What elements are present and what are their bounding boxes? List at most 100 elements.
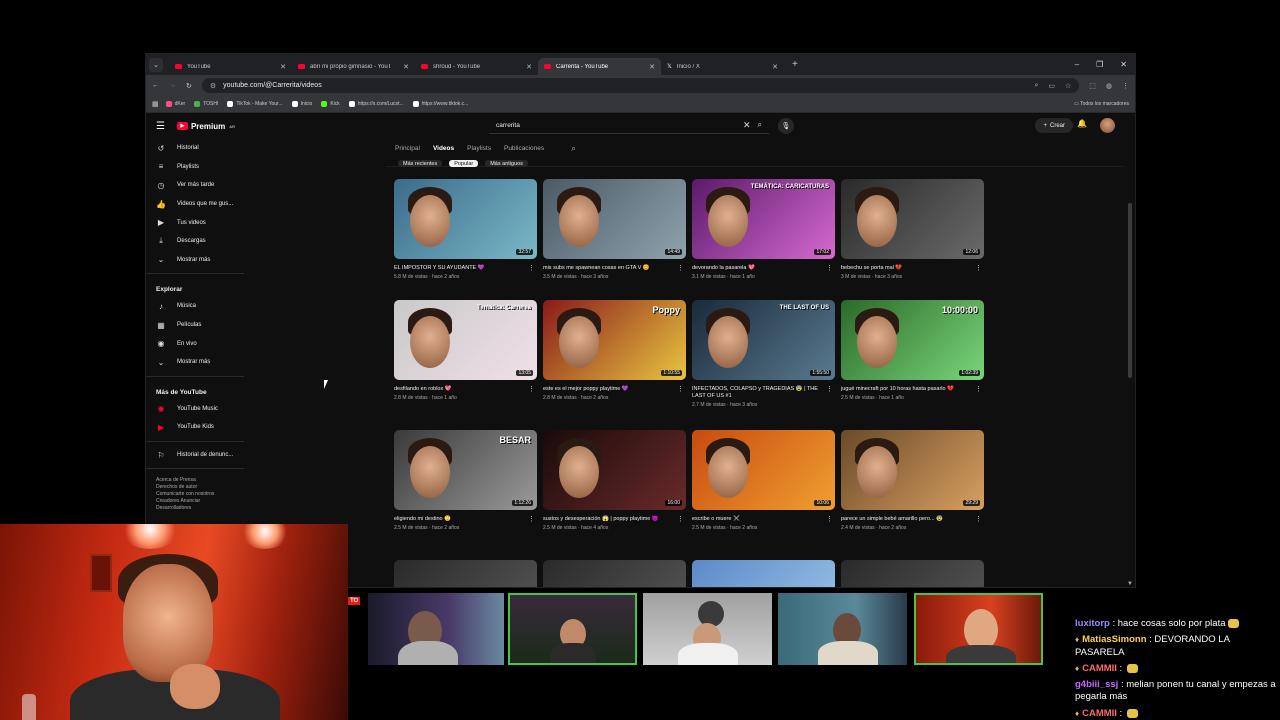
search-input[interactable]: carrerita ✕ ⌕ xyxy=(489,117,769,134)
address-bar[interactable]: ⚙ youtube.com/@Carrerita/videos ⌕ ▭ ☆ xyxy=(201,78,1080,93)
tab-close-icon[interactable]: ✕ xyxy=(280,63,286,71)
video-card[interactable]: 10:00:00 1:02:39 jugué minecraft por 10 ho… xyxy=(841,300,984,401)
browser-tab[interactable]: YouTube ✕ xyxy=(169,58,292,75)
video-title[interactable]: bebechu se porta mal 💔 xyxy=(841,265,902,271)
bookmark-item[interactable]: Inicio xyxy=(291,101,312,107)
video-title[interactable]: devorando la pasarela 💖 xyxy=(692,265,755,271)
search-icon[interactable]: ⌕ xyxy=(758,120,762,130)
tab-videos[interactable]: Videos xyxy=(433,145,454,152)
video-thumbnail[interactable]: Poppy 1:10:55 xyxy=(543,300,686,380)
apps-icon[interactable]: ▦ xyxy=(152,100,159,108)
video-card[interactable]: 29:29 parece un simple bebé amarillo pero… xyxy=(841,430,984,531)
video-title[interactable]: este es el mejor poppy playtime 💜 xyxy=(543,386,629,392)
tab-playlists[interactable]: Playlists xyxy=(467,145,491,152)
site-info-icon[interactable]: ⚙ xyxy=(210,82,216,90)
video-title[interactable]: mis subs me spawnean cosas en GTA V 😊 xyxy=(543,265,650,271)
chat-username[interactable]: MatiasSimonn xyxy=(1082,634,1146,645)
video-thumbnail[interactable] xyxy=(543,560,686,587)
minimize-icon[interactable]: – xyxy=(1075,60,1079,69)
sidebar-item-report-history[interactable]: ⚐ Historial de denunc... xyxy=(146,446,252,465)
video-title[interactable]: sustos y desesperación 😱 | poppy playtim… xyxy=(543,516,659,522)
tab-close-icon[interactable]: ✕ xyxy=(649,63,655,71)
chat-username[interactable]: g4biii_ssj xyxy=(1075,679,1118,690)
video-card-partial[interactable] xyxy=(841,560,984,587)
video-title[interactable]: EL IMPOSTOR Y SU AYUDANTE 💜 xyxy=(394,265,485,271)
video-thumbnail[interactable]: 29:29 xyxy=(841,430,984,510)
video-thumbnail[interactable]: 32:57 xyxy=(394,179,537,259)
video-card[interactable]: 14:49 mis subs me spawnean cosas en GTA V… xyxy=(543,179,686,280)
video-thumbnail[interactable]: TEMÁTICA: CARICATURAS 17:02 xyxy=(692,179,835,259)
profile-icon[interactable]: ◍ xyxy=(1106,82,1112,90)
browser-menu-icon[interactable]: ⋮ xyxy=(1122,82,1129,90)
chat-username[interactable]: CAMMII xyxy=(1082,708,1117,719)
video-card-partial[interactable] xyxy=(692,560,835,587)
video-title[interactable]: parece un simple bebé amarillo pero... 😨 xyxy=(841,516,943,522)
bookmark-item[interactable]: dKer xyxy=(165,101,185,107)
chat-username[interactable]: luxitorp xyxy=(1075,618,1110,629)
scroll-down-icon[interactable]: ▼ xyxy=(1127,581,1133,587)
bookmark-item[interactable]: https://x.com/Lucst... xyxy=(348,101,404,107)
sidebar-item-youtube-music[interactable]: ◉ YouTube Music xyxy=(146,400,252,419)
browser-tab[interactable]: 𝕏 Inicio / X ✕ xyxy=(661,58,784,75)
more-actions-icon[interactable]: ⋮ xyxy=(826,386,833,393)
footer-link[interactable]: Comunicarte con nosotros xyxy=(156,491,242,498)
youtube-premium-logo[interactable]: ▶ Premium AR xyxy=(176,122,235,131)
cast-icon[interactable]: ▭ xyxy=(1048,82,1055,90)
sidebar-item-chevron-down[interactable]: ⌄ Mostrar más xyxy=(146,353,252,372)
window-close-icon[interactable]: ✕ xyxy=(1120,60,1127,69)
more-actions-icon[interactable]: ⋮ xyxy=(975,516,982,523)
more-actions-icon[interactable]: ⋮ xyxy=(677,516,684,523)
video-thumbnail[interactable]: Temática: Carrerea 13:05 xyxy=(394,300,537,380)
sidebar-item-live[interactable]: ◉ En vivo xyxy=(146,334,252,353)
clear-search-icon[interactable]: ✕ xyxy=(743,120,751,131)
video-card[interactable]: Temática: Carrerea 13:05 desfilando en rob… xyxy=(394,300,537,401)
video-title[interactable]: escribe o muere ⚔️ xyxy=(692,516,740,522)
browser-tab[interactable]: Carrerita - YouTube ✕ xyxy=(538,58,661,75)
browser-tab[interactable]: abrí mi propio gimnasio - YouT ✕ xyxy=(292,58,415,75)
chat-username[interactable]: CAMMII xyxy=(1082,663,1117,674)
page-scrollbar[interactable] xyxy=(1128,203,1132,378)
new-tab-icon[interactable]: + xyxy=(792,59,798,70)
video-card-partial[interactable] xyxy=(394,560,537,587)
more-actions-icon[interactable]: ⋮ xyxy=(528,386,535,393)
footer-link[interactable]: Acerca de Prensa xyxy=(156,477,242,484)
forward-icon[interactable]: → xyxy=(169,82,176,89)
more-actions-icon[interactable]: ⋮ xyxy=(528,516,535,523)
all-bookmarks[interactable]: ▭ Todos los marcadores xyxy=(1074,101,1129,107)
video-title[interactable]: jugué minecraft por 10 horas hasta pasar… xyxy=(841,386,954,392)
video-card[interactable]: 32:57 EL IMPOSTOR Y SU AYUDANTE 💜 ⋮ 5.8 M d… xyxy=(394,179,537,280)
bookmark-star-icon[interactable]: ☆ xyxy=(1065,82,1071,90)
sidebar-item-history[interactable]: ↺ Historial xyxy=(146,139,252,158)
hamburger-menu-icon[interactable]: ☰ xyxy=(156,121,165,132)
video-card[interactable]: Poppy 1:10:55 este es el mejor poppy playt… xyxy=(543,300,686,401)
video-thumbnail[interactable]: 16:00 xyxy=(543,430,686,510)
video-thumbnail[interactable]: 10:06 xyxy=(692,430,835,510)
video-title[interactable]: desfilando en roblox 💖 xyxy=(394,386,452,392)
footer-link[interactable]: Derechos de autor xyxy=(156,484,242,491)
video-title[interactable]: INFECTADOS, COLAPSO y TRAGEDIAS 😰 | THE … xyxy=(692,386,818,399)
notifications-bell-icon[interactable]: 🔔 xyxy=(1077,119,1087,128)
tab-close-icon[interactable]: ✕ xyxy=(526,63,532,71)
sort-chip[interactable]: Popular xyxy=(449,160,479,167)
tab-search-icon[interactable]: ⌄ xyxy=(149,57,163,72)
sidebar-item-music[interactable]: ♪ Música xyxy=(146,297,252,316)
voice-search-icon[interactable]: 🎙 xyxy=(778,118,794,134)
create-button[interactable]: + Crear xyxy=(1035,118,1073,133)
sort-chip[interactable]: Más antiguos xyxy=(485,160,528,167)
more-actions-icon[interactable]: ⋮ xyxy=(826,516,833,523)
video-thumbnail[interactable]: THE LAST OF US 1:55:50 xyxy=(692,300,835,380)
bookmark-item[interactable]: TikTok - Make Your... xyxy=(227,101,283,107)
video-thumbnail[interactable]: 10:00:00 1:02:39 xyxy=(841,300,984,380)
sidebar-item-download[interactable]: ⤓ Descargas xyxy=(146,232,252,251)
sidebar-item-playlists[interactable]: ≡ Playlists xyxy=(146,158,252,177)
bookmark-item[interactable]: https://www.tiktok.c... xyxy=(412,101,468,107)
tab-close-icon[interactable]: ✕ xyxy=(403,63,409,71)
sidebar-item-chevron-down[interactable]: ⌄ Mostrar más xyxy=(146,251,252,270)
sidebar-item-film[interactable]: ▦ Películas xyxy=(146,316,252,335)
video-title[interactable]: eligiendo mi destino 😳 xyxy=(394,516,451,522)
browser-tab[interactable]: shroud - YouTube ✕ xyxy=(415,58,538,75)
video-card[interactable]: THE LAST OF US 1:55:50 INFECTADOS, COLAPSO… xyxy=(692,300,835,408)
tab-principal[interactable]: Principal xyxy=(395,145,420,152)
more-actions-icon[interactable]: ⋮ xyxy=(677,265,684,272)
more-actions-icon[interactable]: ⋮ xyxy=(975,386,982,393)
